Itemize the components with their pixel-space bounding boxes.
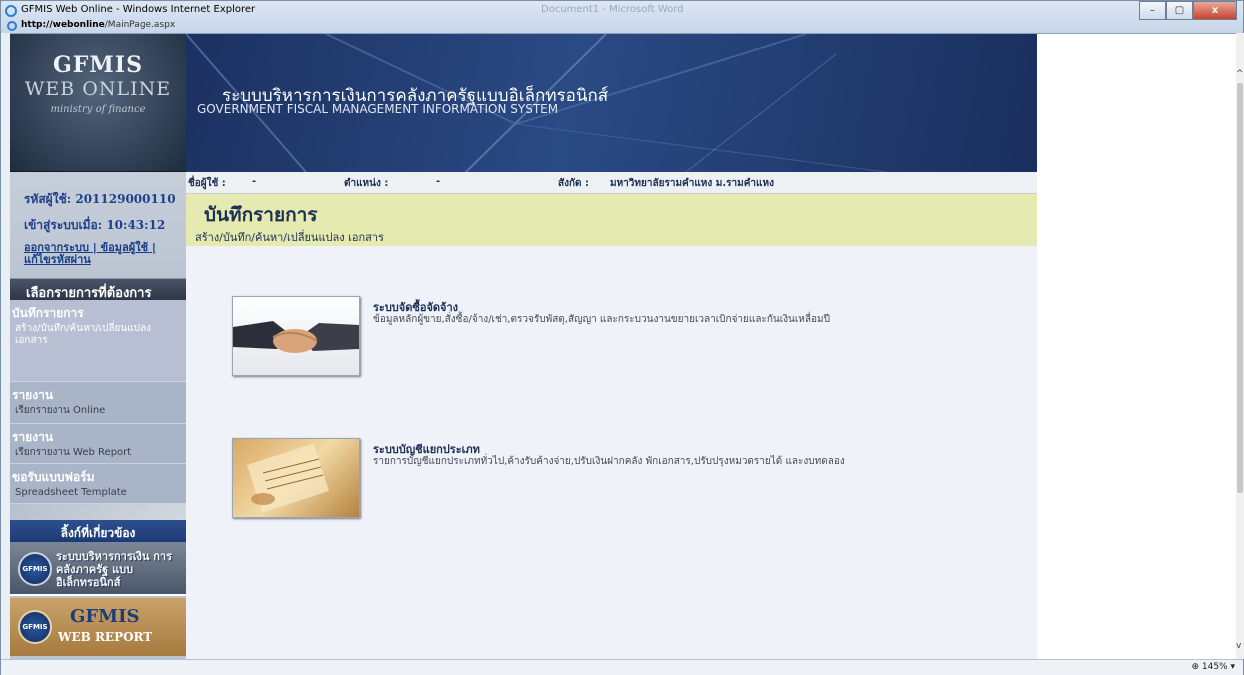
organization-value: มหาวิทยาลัยรามคำแหง ม.รามคำแหง <box>610 178 774 189</box>
ledger-illustration <box>246 443 330 513</box>
organization-label: สังกัด : <box>558 178 590 189</box>
url-host: http://webonline <box>21 20 105 30</box>
menu-item-title: รายงาน <box>12 388 54 402</box>
banner-text: ระบบบริหารการเงิน การคลังภาครัฐ แบบอิเล็… <box>56 550 172 589</box>
page-title-box: บันทึกรายการ สร้าง/บันทึก/ค้นหา/เปลี่ยนแ… <box>186 194 1037 246</box>
gfmis-globe-icon: GFMIS <box>18 552 52 586</box>
browser-window: GFMIS Web Online - Windows Internet Expl… <box>0 0 1244 675</box>
position-label: ตำแหน่ง : <box>344 178 389 189</box>
user-info-bar: ชื่อผู้ใช้ : - ตำแหน่ง : - สังกัด : มหาว… <box>186 172 1037 194</box>
url-text: http://webonline/MainPage.aspx <box>21 20 175 30</box>
logo-line2: WEB ONLINE <box>24 78 172 100</box>
url-path: /MainPage.aspx <box>104 20 176 30</box>
close-button[interactable]: x <box>1193 1 1237 20</box>
user-id-value: 201129000110 <box>75 192 176 206</box>
address-bar[interactable]: http://webonline/MainPage.aspx <box>5 20 405 33</box>
background-window-title: Document1 - Microsoft Word <box>541 4 684 15</box>
menu-item-sub: สร้าง/บันทึก/ค้นหา/เปลี่ยนแปลง เอกสาร <box>15 323 152 346</box>
menu-item-report-online[interactable]: รายงาน เรียกรายงาน Online <box>10 382 186 424</box>
maximize-button[interactable]: ▢ <box>1166 1 1193 20</box>
left-sidebar: GFMIS WEB ONLINE ministry of finance รหั… <box>10 34 186 659</box>
menu-item-sub: Spreadsheet Template <box>15 487 127 498</box>
menu-item-record[interactable]: บันทึกรายการ สร้าง/บันทึก/ค้นหา/เปลี่ยนแ… <box>10 300 186 382</box>
sidebar-spacer <box>10 504 186 520</box>
handshake-icon[interactable] <box>232 296 360 376</box>
ledger-icon[interactable] <box>232 438 360 518</box>
related-links-header: ลิ้งก์ที่เกี่ยวข้อง <box>10 520 186 542</box>
menu-item-sub: เรียกรายงาน Online <box>15 405 106 416</box>
handshake-illustration <box>233 321 359 353</box>
window-controls: – ▢ x <box>1139 1 1237 20</box>
username-value: - <box>252 176 257 187</box>
gfmis-system-banner[interactable]: GFMIS ระบบบริหารการเงิน การคลังภาครัฐ แบ… <box>10 542 186 596</box>
link-separator: | <box>92 241 97 254</box>
vertical-scrollbar[interactable]: ^ v <box>1236 33 1244 659</box>
menu-header: เลือกรายการที่ต้องการ <box>10 278 186 301</box>
position-value: - <box>436 176 441 187</box>
gfmis-logo: GFMIS WEB ONLINE ministry of finance <box>10 34 186 172</box>
username-label: ชื่อผู้ใช้ : <box>188 178 226 189</box>
module-procurement[interactable]: ระบบจัดซื้อจัดจ้าง ข้อมูลหลักผู้ขาย,สั่ง… <box>226 296 1006 376</box>
module-description: รายการบัญชีแยกประเภททั่วไป,ค้างรับค้างจ่… <box>373 456 845 467</box>
gfmis-web-report-banner[interactable]: GFMIS GFMIS WEB REPORT <box>10 598 186 656</box>
page-icon <box>7 21 17 31</box>
header-banner: ระบบบริหารการเงินการคลังภาครัฐแบบอิเล็กท… <box>186 34 1037 172</box>
user-id: รหัสผู้ใช้: 201129000110 <box>24 190 186 209</box>
banner-line1: GFMIS <box>70 606 140 627</box>
login-time-label: เข้าสู่ระบบเมื่อ: <box>24 218 103 232</box>
menu-item-report-web[interactable]: รายงาน เรียกรายงาน Web Report <box>10 424 186 464</box>
menu-item-title: รายงาน <box>12 430 54 444</box>
ie-icon <box>5 5 17 17</box>
menu-item-forms[interactable]: ขอรับแบบฟอร์ม Spreadsheet Template <box>10 464 186 504</box>
gfmis-globe-icon: GFMIS <box>18 610 52 644</box>
menu-item-sub: เรียกรายงาน Web Report <box>15 447 132 458</box>
page-content: GFMIS WEB ONLINE ministry of finance รหั… <box>10 33 1236 659</box>
minimize-button[interactable]: – <box>1139 1 1166 20</box>
logo-line1: GFMIS <box>53 52 143 78</box>
module-general-ledger[interactable]: ระบบบัญชีแยกประเภท รายการบัญชีแยกประเภทท… <box>226 438 1006 518</box>
status-bar: ⊕ 145% ▾ <box>1 659 1243 675</box>
scroll-up-icon[interactable]: ^ <box>1236 69 1244 79</box>
logo-line3: ministry of finance <box>50 104 146 115</box>
scrollbar-thumb[interactable] <box>1237 83 1243 493</box>
page-subtitle: สร้าง/บันทึก/ค้นหา/เปลี่ยนแปลง เอกสาร <box>195 231 384 244</box>
window-title: GFMIS Web Online - Windows Internet Expl… <box>21 4 256 15</box>
main-panel: ระบบจัดซื้อจัดจ้าง ข้อมูลหลักผู้ขาย,สั่ง… <box>186 246 1037 659</box>
login-time: เข้าสู่ระบบเมื่อ: 10:43:12 <box>24 216 186 235</box>
window-titlebar: GFMIS Web Online - Windows Internet Expl… <box>1 1 1243 33</box>
module-description: ข้อมูลหลักผู้ขาย,สั่งซื้อ/จ้าง/เช่า,ตรวจ… <box>373 314 830 325</box>
link-separator: | <box>151 241 156 254</box>
banner-line2: WEB REPORT <box>58 630 153 644</box>
login-time-value: 10:43:12 <box>106 218 166 232</box>
user-id-label: รหัสผู้ใช้: <box>24 192 72 206</box>
zoom-control[interactable]: ⊕ 145% ▾ <box>1191 662 1235 672</box>
header-title-en: GOVERNMENT FISCAL MANAGEMENT INFORMATION… <box>197 102 559 116</box>
change-password-link[interactable]: แก้ไขรหัสผ่าน <box>24 253 91 266</box>
menu-item-title: ขอรับแบบฟอร์ม <box>12 470 95 484</box>
menu-item-title: บันทึกรายการ <box>12 306 84 320</box>
zoom-level: 145% <box>1201 662 1228 672</box>
user-info-box: รหัสผู้ใช้: 201129000110 เข้าสู่ระบบเมื่… <box>10 172 186 274</box>
user-profile-link[interactable]: ข้อมูลผู้ใช้ <box>101 241 148 254</box>
right-blank-area <box>1037 34 1236 659</box>
user-links: ออกจากระบบ | ข้อมูลผู้ใช้ | แก้ไขรหัสผ่า… <box>24 242 186 266</box>
page-title: บันทึกรายการ <box>204 204 318 226</box>
scroll-down-icon[interactable]: v <box>1236 641 1241 651</box>
